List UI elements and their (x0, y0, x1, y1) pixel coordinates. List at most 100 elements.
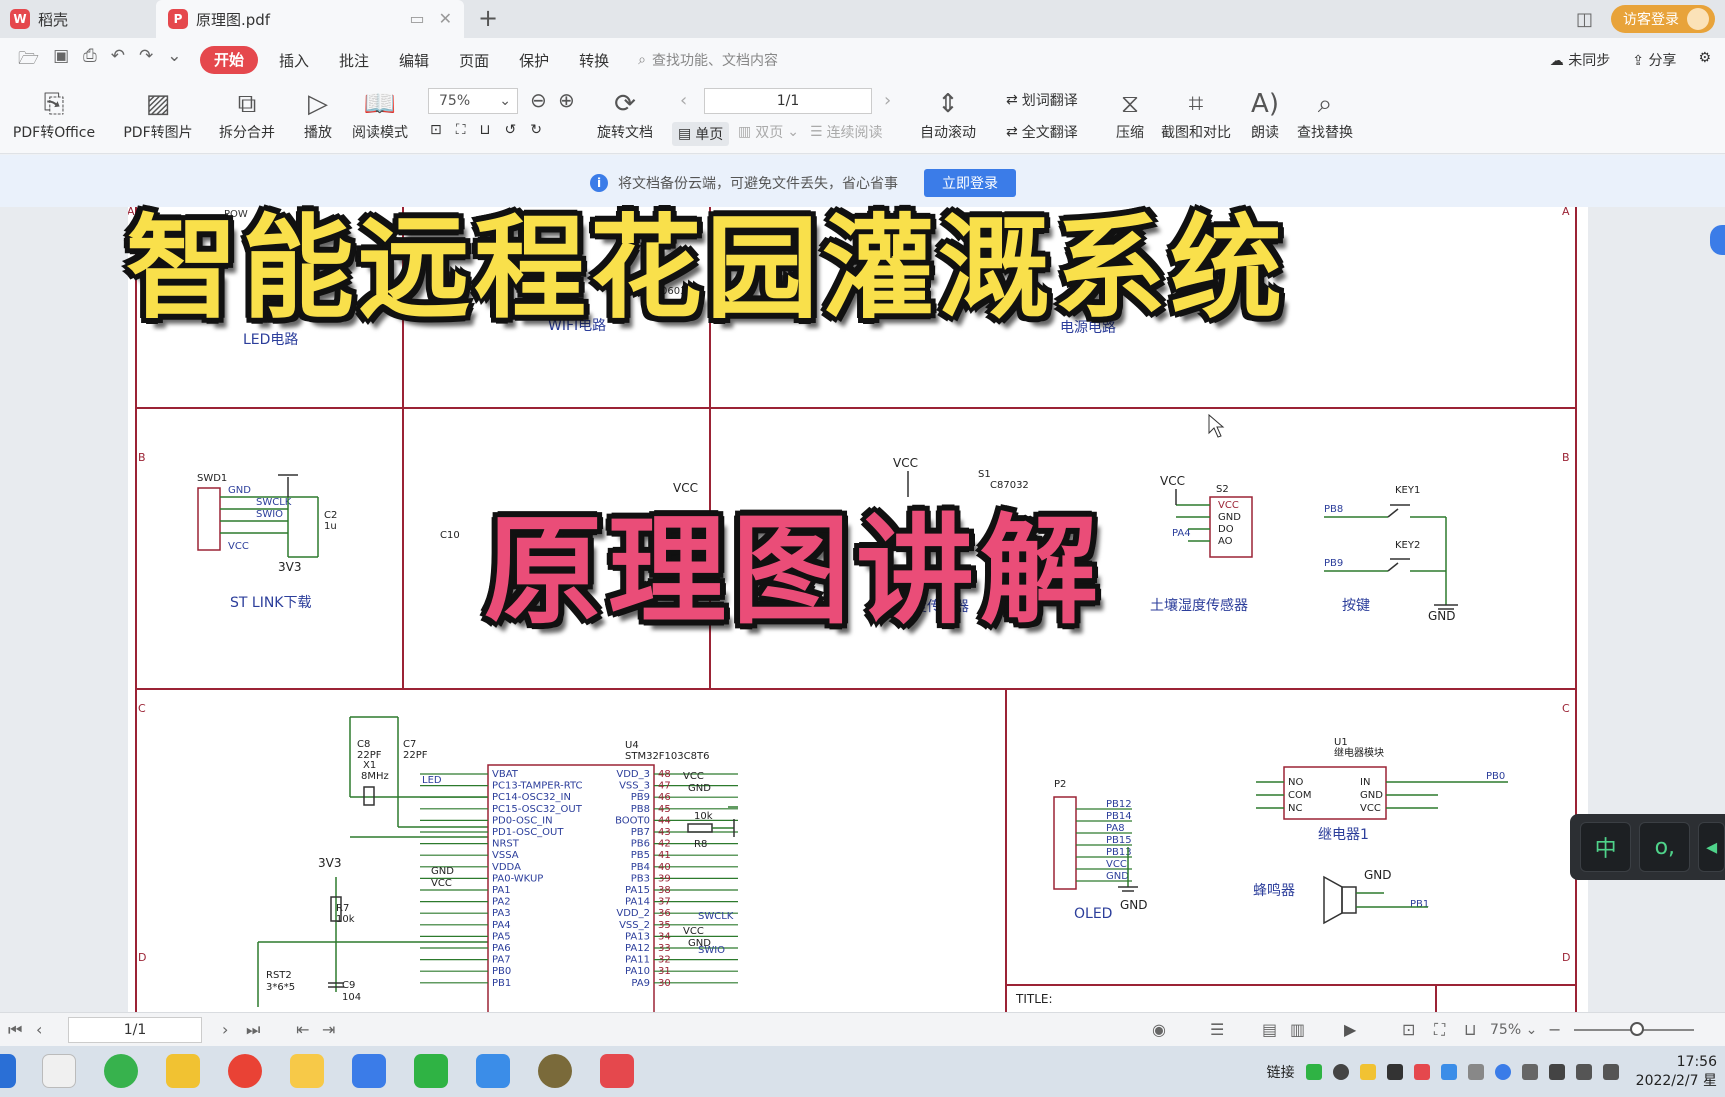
zoom-in-icon[interactable]: ⊕ (558, 88, 575, 112)
status-page-input[interactable]: 1/1 (68, 1017, 202, 1043)
split-merge-button[interactable]: ⧉ 拆分合并 (212, 86, 282, 142)
menu-start[interactable]: 开始 (200, 46, 259, 74)
eye-protection-icon[interactable]: ◉ (1152, 1020, 1166, 1039)
new-tab-button[interactable]: + (478, 4, 498, 32)
tab-docer[interactable]: W 稻壳 (0, 0, 152, 38)
settings-gear-icon[interactable]: ⚙ (1698, 50, 1711, 70)
first-page-icon[interactable]: ⏮ (8, 1020, 22, 1040)
next-page-icon[interactable]: › (884, 90, 891, 111)
full-translate-button[interactable]: ⇄ 全文翻译 (1006, 122, 1078, 142)
menu-insert[interactable]: 插入 (264, 50, 324, 71)
tray-network-icon[interactable] (1467, 1063, 1484, 1080)
zoom-out-status-icon[interactable]: − (1548, 1020, 1561, 1039)
zoom-slider-handle[interactable] (1630, 1022, 1644, 1036)
screenshot-compare-button[interactable]: ⌗ 截图和对比 (1158, 86, 1234, 142)
next-page-status-icon[interactable]: › (222, 1020, 228, 1039)
tray-wifi-icon[interactable] (1575, 1063, 1592, 1080)
play-button[interactable]: ▷ 播放 (300, 86, 336, 142)
side-assistant-button[interactable] (1710, 225, 1725, 255)
cloud-app-icon[interactable] (476, 1054, 510, 1088)
tray-mic-icon[interactable] (1521, 1063, 1538, 1080)
share-button[interactable]: ⇪ 分享 (1632, 50, 1676, 70)
last-page-icon[interactable]: ⏭ (246, 1020, 260, 1040)
sync-button[interactable]: ☁ 未同步 (1550, 50, 1610, 70)
undo-icon[interactable]: ↶ (111, 46, 125, 75)
tray-app-icon[interactable] (1332, 1063, 1349, 1080)
system-clock[interactable]: 17:56 2022/2/7 星 (1636, 1053, 1717, 1091)
browser-edge-icon[interactable] (104, 1054, 138, 1088)
feishu-icon[interactable] (352, 1054, 386, 1088)
save-icon[interactable]: ▣ (53, 46, 69, 75)
play-status-icon[interactable]: ▶ (1344, 1020, 1356, 1039)
tray-wechat-icon[interactable] (1305, 1063, 1322, 1080)
tray-battery-icon[interactable] (1548, 1063, 1565, 1080)
single-view-icon[interactable]: ▤ (1262, 1020, 1277, 1039)
compress-button[interactable]: ⧖ 压缩 (1110, 86, 1150, 142)
pdf-to-image-button[interactable]: ▨ PDF转图片 (118, 86, 198, 142)
tray-qq-icon[interactable] (1386, 1063, 1403, 1080)
find-replace-button[interactable]: ⌕ 查找替换 (1294, 86, 1356, 142)
fit-page-icon[interactable]: ⛶ (456, 122, 466, 138)
word-translate-button[interactable]: ⇄ 划词翻译 (1006, 90, 1078, 110)
pdf-to-office-button[interactable]: ⎘ PDF转Office (8, 86, 100, 142)
rotate-left-icon[interactable]: ↺ (504, 122, 516, 138)
menu-protect[interactable]: 保护 (504, 50, 564, 71)
wechat-icon[interactable] (414, 1054, 448, 1088)
menu-edit[interactable]: 编辑 (384, 50, 444, 71)
float-window-icon[interactable]: ▭ (409, 9, 424, 28)
rotate-right-icon[interactable]: ↻ (530, 122, 542, 138)
layout-toggle-icon[interactable]: ◫ (1576, 9, 1593, 30)
page-number-input[interactable]: 1/1 (704, 88, 872, 114)
menu-convert[interactable]: 转换 (564, 50, 624, 71)
forward-icon[interactable]: ⇥ (322, 1020, 335, 1039)
tray-link-label[interactable]: 链接 (1267, 1062, 1295, 1082)
zoom-out-icon[interactable]: ⊖ (530, 88, 547, 112)
read-mode-button[interactable]: 📖 阅读模式 (348, 86, 412, 142)
file-explorer-icon[interactable] (166, 1054, 200, 1088)
redo-icon[interactable]: ↷ (139, 46, 153, 75)
read-aloud-button[interactable]: A) 朗读 (1248, 86, 1282, 142)
ime-more-key[interactable]: ◂ (1698, 822, 1725, 872)
zoom-select[interactable]: 75% ⌄ (428, 88, 518, 114)
prev-page-icon[interactable]: ‹ (680, 90, 687, 111)
single-page-button[interactable]: ▤ 单页 (672, 122, 730, 146)
auto-scroll-button[interactable]: ⇕ 自动滚动 (912, 86, 984, 142)
continuous-view-icon[interactable]: ☰ (1210, 1020, 1224, 1039)
tab-pdf-document[interactable]: P 原理图.pdf ▭ ✕ (156, 0, 464, 38)
tray-shield-icon[interactable] (1359, 1063, 1376, 1080)
ime-chinese-key[interactable]: 中 (1580, 822, 1632, 872)
fit-status-icon[interactable]: ⛶ (1434, 1020, 1445, 1040)
prev-page-status-icon[interactable]: ‹ (36, 1020, 42, 1039)
close-tab-icon[interactable]: ✕ (439, 9, 452, 28)
notes-app-icon[interactable] (290, 1054, 324, 1088)
mcu-right-pin-number: 38 (658, 885, 671, 896)
ime-punctuation-key[interactable]: o, (1639, 822, 1691, 872)
store-icon[interactable] (42, 1054, 76, 1088)
start-menu-icon[interactable] (0, 1054, 16, 1088)
back-icon[interactable]: ⇤ (296, 1020, 309, 1039)
play-icon: ▷ (308, 89, 328, 119)
actual-size-status-icon[interactable]: ⊡ (1402, 1020, 1415, 1039)
actual-size-icon[interactable]: ⊡ (430, 122, 442, 138)
continuous-read-button[interactable]: ☰ 连续阅读 (810, 122, 883, 142)
double-page-button[interactable]: ▥ 双页 ⌄ (738, 122, 799, 142)
menu-annotate[interactable]: 批注 (324, 50, 384, 71)
tray-bluetooth-icon[interactable] (1494, 1063, 1511, 1080)
game-app-icon[interactable] (538, 1054, 572, 1088)
tray-network-app-icon[interactable] (1440, 1063, 1457, 1080)
fit-width-status-icon[interactable]: ⊔ (1464, 1020, 1476, 1039)
tray-volume-icon[interactable] (1602, 1063, 1619, 1080)
menu-page[interactable]: 页面 (444, 50, 504, 71)
rotate-document-button[interactable]: ⟳ 旋转文档 (592, 86, 658, 142)
open-folder-icon[interactable]: 🗁 (18, 46, 39, 75)
chrome-icon[interactable] (228, 1054, 262, 1088)
wps-icon[interactable] (600, 1054, 634, 1088)
search-input[interactable]: ⌕ 查找功能、文档内容 (638, 50, 778, 70)
visitor-login-button[interactable]: 访客登录 (1611, 5, 1715, 33)
double-view-icon[interactable]: ▥ (1290, 1020, 1305, 1039)
tray-wps-icon[interactable] (1413, 1063, 1430, 1080)
print-icon[interactable]: ⎙ (83, 46, 97, 75)
fit-width-icon[interactable]: ⊔ (480, 122, 491, 138)
status-zoom-select[interactable]: 75% ⌄ (1490, 1022, 1537, 1038)
more-chevron-icon[interactable]: ⌄ (167, 46, 181, 75)
